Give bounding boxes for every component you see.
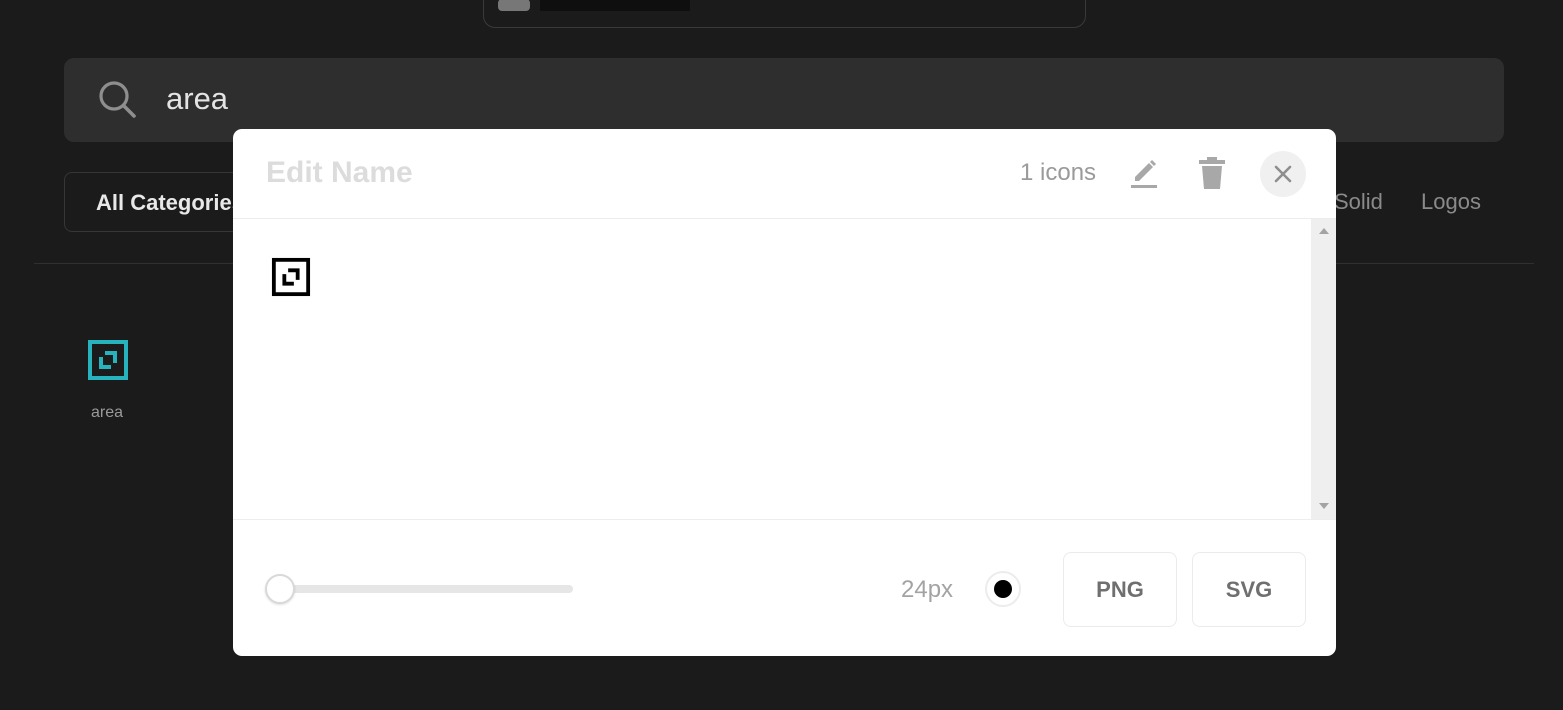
- icon-modal: Edit Name 1 icons 24px PNG SVG: [233, 129, 1336, 656]
- result-item[interactable]: area: [74, 336, 140, 432]
- scroll-up-arrow[interactable]: [1319, 228, 1329, 234]
- close-button[interactable]: [1260, 151, 1306, 197]
- modal-footer: 24px PNG SVG: [233, 519, 1336, 656]
- thumbnail-image: [498, 0, 530, 11]
- download-svg-button[interactable]: SVG: [1192, 552, 1306, 627]
- size-label: 24px: [901, 576, 954, 603]
- color-dot: [994, 580, 1012, 598]
- scrollbar[interactable]: [1311, 219, 1336, 519]
- area-icon[interactable]: [271, 257, 311, 297]
- scroll-down-arrow[interactable]: [1319, 503, 1329, 509]
- search-icon: [99, 81, 136, 118]
- close-icon: [1274, 165, 1292, 183]
- area-icon: [88, 340, 128, 380]
- result-label: area: [90, 404, 124, 421]
- thumbnail-image: [540, 0, 690, 11]
- search-input[interactable]: [166, 76, 666, 122]
- size-slider-thumb[interactable]: [265, 574, 295, 604]
- icon-count: 1 icons: [1020, 159, 1097, 186]
- download-png-button[interactable]: PNG: [1063, 552, 1177, 627]
- icon-preview-area: [233, 219, 1336, 519]
- collection-name-input[interactable]: Edit Name: [266, 156, 413, 190]
- category-tab-solid[interactable]: Solid: [1334, 186, 1383, 218]
- size-slider-track[interactable]: [279, 585, 573, 593]
- modal-header: Edit Name 1 icons: [233, 129, 1336, 219]
- edit-icon[interactable]: [1129, 155, 1159, 189]
- top-card[interactable]: [483, 0, 1086, 28]
- trash-icon[interactable]: [1196, 156, 1228, 190]
- category-tab-logos[interactable]: Logos: [1421, 186, 1481, 218]
- color-picker[interactable]: [985, 571, 1021, 607]
- page: All Categories Solid Logos area Edit Nam…: [0, 0, 1563, 710]
